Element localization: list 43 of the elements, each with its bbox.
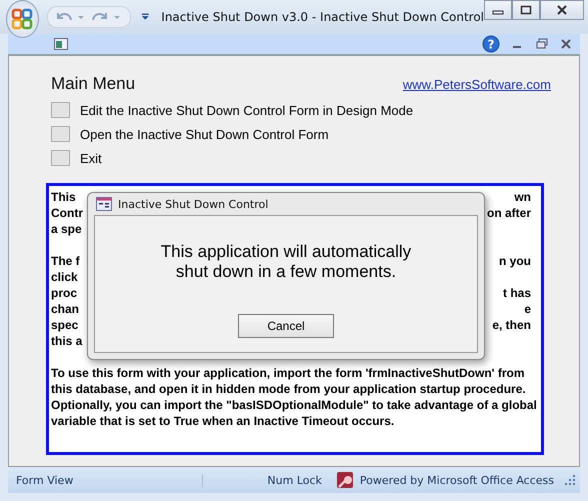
- cancel-button[interactable]: Cancel: [238, 314, 334, 338]
- text-fragment: on after: [486, 205, 532, 221]
- menu-option-label: Open the Inactive Shut Down Control Form: [80, 126, 329, 142]
- form-icon: [96, 197, 112, 211]
- window-title: Inactive Shut Down v3.0 - Inactive Shut Down Control: [161, 10, 484, 24]
- website-link[interactable]: www.PetersSoftware.com: [402, 77, 551, 92]
- customize-toolbar-icon[interactable]: [140, 12, 150, 22]
- maximize-button[interactable]: [512, 0, 540, 20]
- text-fragment: wn: [514, 189, 532, 205]
- text-fragment: click: [51, 269, 78, 285]
- close-button[interactable]: [540, 0, 584, 20]
- status-view: Form View: [8, 474, 203, 486]
- menu-option-label: Edit the Inactive Shut Down Control Form in Design Mode: [80, 102, 414, 118]
- text-fragment: t has: [502, 285, 532, 301]
- form-icon[interactable]: [54, 38, 68, 50]
- help-icon[interactable]: ?: [482, 35, 500, 53]
- office-button[interactable]: [6, 0, 39, 38]
- dialog-message: This application will automatically shut down in a few moments.: [160, 242, 412, 282]
- office-logo-icon: [11, 8, 34, 30]
- text-fragment: proc: [51, 285, 78, 301]
- text-fragment: e: [524, 301, 532, 317]
- text-fragment: chan: [51, 301, 80, 317]
- info-paragraph: To use this form with your application, import the form 'frmInactiveShutDown' from this database, and open it in hidden mode from your application startup procedure. Optionally, you can import the "basISDOptionalModule" to take advantage of a global variable that is set to True when an Inactive Timeout occurs.: [51, 365, 538, 429]
- text-fragment: This: [51, 189, 76, 205]
- close-icon: [556, 5, 568, 15]
- text-fragment: The f: [51, 253, 80, 269]
- form-heading: Main Menu: [51, 74, 136, 94]
- dialog-title: Inactive Shut Down Control: [118, 198, 268, 210]
- num-lock-indicator: Num Lock: [267, 474, 322, 486]
- text-fragment: n you: [499, 253, 532, 269]
- close-icon[interactable]: [560, 38, 572, 50]
- powered-by-text: Powered by Microsoft Office Access: [360, 474, 554, 486]
- resize-grip-icon[interactable]: [564, 474, 576, 486]
- text-fragment: e, then: [492, 317, 532, 333]
- text-fragment: spec: [51, 317, 78, 333]
- restore-icon[interactable]: [536, 38, 548, 50]
- text-fragment: a spe: [51, 221, 82, 237]
- access-key-icon: [336, 471, 356, 489]
- maximize-icon: [520, 5, 532, 15]
- text-fragment: Contr: [51, 205, 83, 221]
- text-fragment: this a: [51, 333, 82, 349]
- menu-option-label: Exit: [80, 150, 102, 166]
- minimize-button[interactable]: [484, 0, 512, 20]
